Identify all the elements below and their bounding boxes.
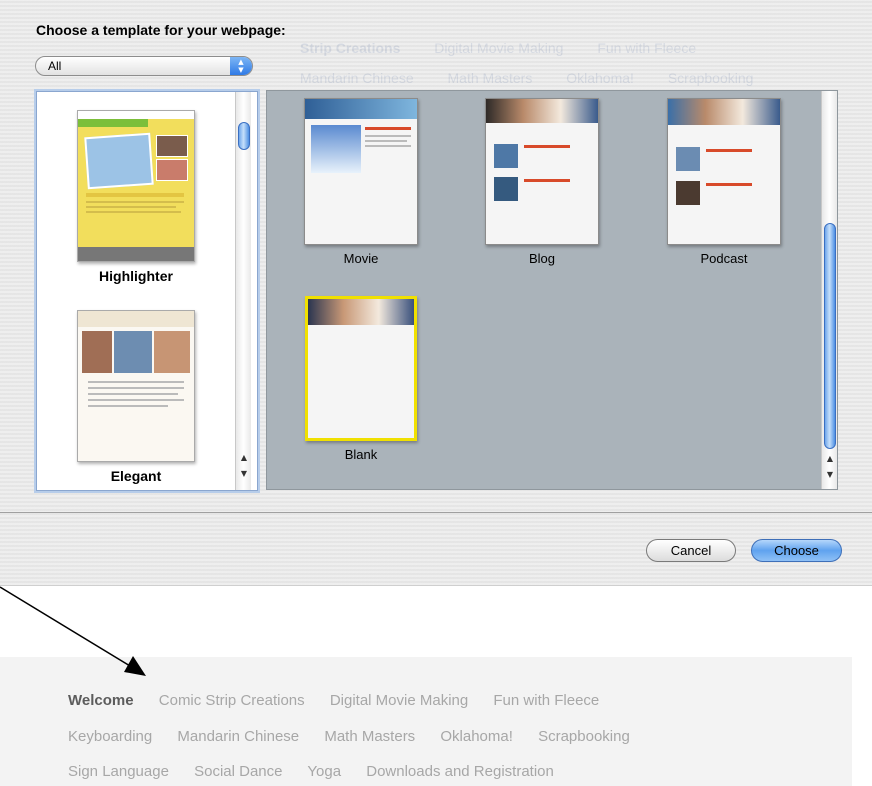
template-chooser-dialog: Strip Creations Digital Movie Making Fun… <box>0 0 872 586</box>
site-navigation: Welcome Comic Strip Creations Digital Mo… <box>0 657 852 786</box>
nav-link-keyboarding[interactable]: Keyboarding <box>68 728 152 745</box>
nav-link-digital-movie-making[interactable]: Digital Movie Making <box>330 692 468 709</box>
nav-link-downloads-and-registration[interactable]: Downloads and Registration <box>366 763 554 780</box>
page-template-movie[interactable]: Movie <box>304 98 418 266</box>
background-nav-row-1: Strip Creations Digital Movie Making Fun… <box>300 40 696 56</box>
nav-row-2: Keyboarding Mandarin Chinese Math Master… <box>68 728 651 745</box>
cancel-button[interactable]: Cancel <box>646 539 736 562</box>
scroll-thumb[interactable] <box>238 122 250 150</box>
nav-link-fun-with-fleece[interactable]: Fun with Fleece <box>493 692 599 709</box>
template-label: Elegant <box>110 468 162 484</box>
page-template-blank[interactable]: Blank <box>304 296 418 462</box>
scroll-up-arrow-icon[interactable]: ▲ <box>238 452 250 464</box>
scroll-down-arrow-icon[interactable]: ▼ <box>238 468 250 480</box>
template-label: Blog <box>528 251 556 266</box>
template-item-elegant[interactable]: Elegant <box>77 310 195 484</box>
template-label: Podcast <box>700 251 748 266</box>
background-nav-item: Math Masters <box>447 70 533 86</box>
dialog-divider <box>0 512 872 513</box>
scroll-thumb[interactable] <box>824 223 836 449</box>
template-label: Blank <box>344 447 378 462</box>
scroll-up-arrow-icon[interactable]: ▲ <box>824 453 836 465</box>
template-label: Highlighter <box>99 268 173 284</box>
nav-link-sign-language[interactable]: Sign Language <box>68 763 169 780</box>
nav-link-oklahoma[interactable]: Oklahoma! <box>440 728 513 745</box>
blank-thumbnail <box>305 296 417 441</box>
template-list-scrollbar[interactable]: ▲ ▼ <box>235 92 251 490</box>
nav-link-comic-strip-creations[interactable]: Comic Strip Creations <box>159 692 305 709</box>
choose-button[interactable]: Choose <box>751 539 842 562</box>
page-template-blog[interactable]: Blog <box>485 98 599 266</box>
nav-link-welcome[interactable]: Welcome <box>68 692 134 709</box>
template-grid-scrollbar[interactable]: ▲ ▼ <box>821 91 837 489</box>
dialog-prompt: Choose a template for your webpage: <box>36 22 286 38</box>
page-template-podcast[interactable]: Podcast <box>667 98 781 266</box>
background-nav-item: Oklahoma! <box>566 70 634 86</box>
nav-row-3: Sign Language Social Dance Yoga Download… <box>68 763 575 780</box>
template-filter-value: All <box>48 59 62 73</box>
background-nav-item: Strip Creations <box>300 40 401 56</box>
template-label: Movie <box>343 251 379 266</box>
background-nav-item: Digital Movie Making <box>434 40 564 56</box>
nav-link-social-dance[interactable]: Social Dance <box>194 763 282 780</box>
nav-link-scrapbooking[interactable]: Scrapbooking <box>538 728 630 745</box>
template-filter-popup[interactable]: All ▲ ▼ <box>35 56 253 76</box>
background-nav-item: Mandarin Chinese <box>300 70 414 86</box>
nav-link-yoga[interactable]: Yoga <box>307 763 341 780</box>
scroll-down-arrow-icon[interactable]: ▼ <box>824 469 836 481</box>
highlighter-thumbnail <box>77 110 195 262</box>
template-category-list[interactable]: Highlighter Elegant ▲ ▼ <box>36 91 258 491</box>
background-nav-item: Scrapbooking <box>667 70 754 86</box>
page-template-grid[interactable]: Movie Blog Podcast Blank ▲ ▼ <box>266 90 838 490</box>
background-nav-item: Fun with Fleece <box>597 40 697 56</box>
blog-thumbnail <box>485 98 599 245</box>
podcast-thumbnail <box>667 98 781 245</box>
nav-link-mandarin-chinese[interactable]: Mandarin Chinese <box>177 728 299 745</box>
movie-thumbnail <box>304 98 418 245</box>
background-nav-row-2: Mandarin Chinese Math Masters Oklahoma! … <box>300 70 753 86</box>
nav-link-math-masters[interactable]: Math Masters <box>324 728 415 745</box>
template-item-highlighter[interactable]: Highlighter <box>77 110 195 284</box>
popup-arrows-icon: ▲ ▼ <box>230 57 252 75</box>
elegant-thumbnail <box>77 310 195 462</box>
nav-row-1: Welcome Comic Strip Creations Digital Mo… <box>68 692 620 709</box>
